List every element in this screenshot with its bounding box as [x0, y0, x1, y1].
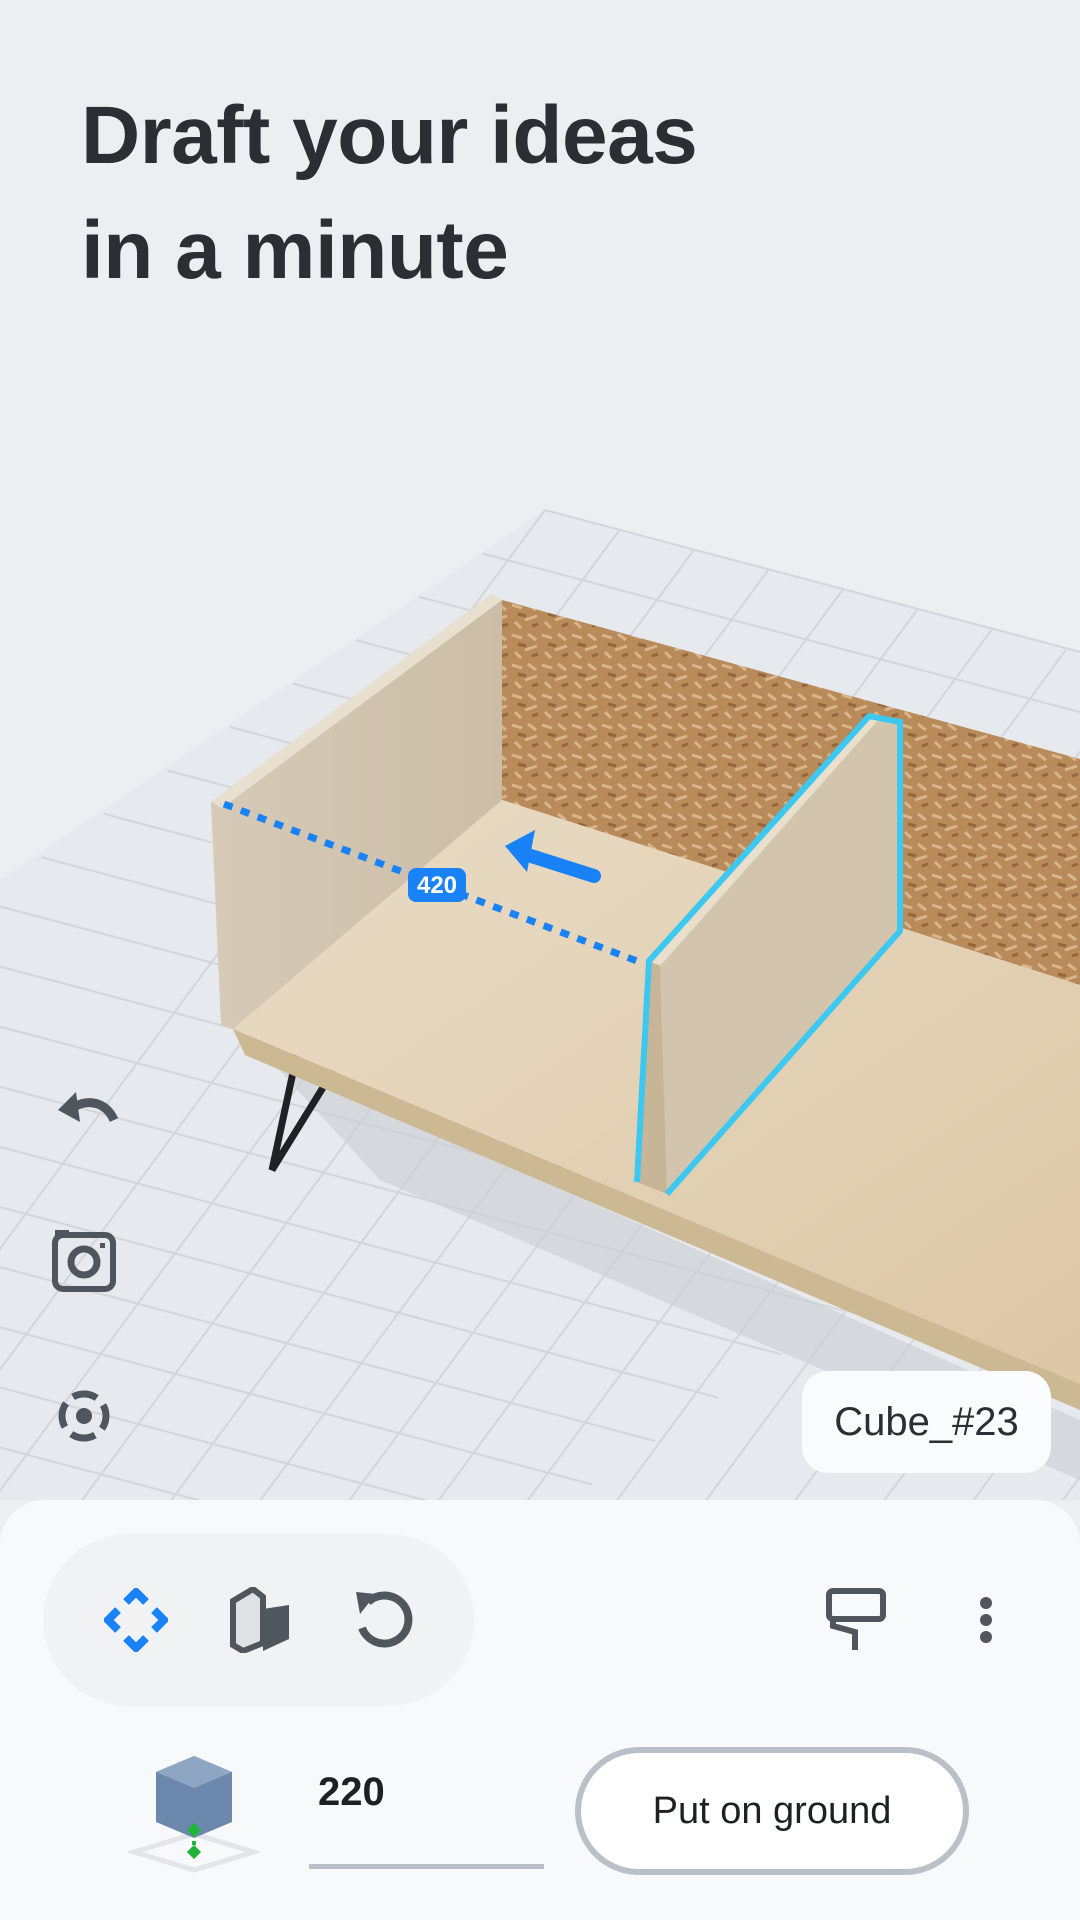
tool-group [43, 1534, 474, 1706]
dimension-label: 420 [408, 868, 466, 902]
screenshot-button[interactable] [44, 1221, 124, 1301]
headline: Draft your ideas in a minute [81, 78, 698, 308]
cube-elevation-icon [128, 1756, 260, 1873]
recenter-button[interactable] [44, 1376, 124, 1456]
headline-line-1: Draft your ideas [81, 90, 698, 181]
undo-button[interactable] [46, 1072, 126, 1152]
panel-tool-button[interactable] [215, 1575, 305, 1665]
svg-text:420: 420 [417, 872, 457, 899]
elevation-input[interactable]: 220 [318, 1770, 385, 1815]
more-vertical-icon [980, 1597, 992, 1643]
bottom-sheet: 220 Put on ground [0, 1500, 1080, 1920]
put-on-ground-button[interactable]: Put on ground [575, 1747, 969, 1875]
camera-icon [52, 1230, 116, 1292]
focus-target-icon [58, 1390, 110, 1442]
undo-icon [58, 1092, 118, 1123]
paint-roller-icon [826, 1588, 886, 1650]
headline-line-2: in a minute [81, 205, 509, 296]
move-tool-button[interactable] [91, 1575, 181, 1665]
panel-cube-icon [230, 1587, 289, 1653]
selected-object-chip[interactable]: Cube_#23 [802, 1371, 1051, 1473]
elevation-input-underline [309, 1864, 544, 1869]
paint-button[interactable] [811, 1575, 901, 1665]
move-arrows-icon [104, 1588, 168, 1652]
more-options-button[interactable] [941, 1575, 1031, 1665]
rotate-icon [356, 1591, 413, 1648]
rotate-tool-button[interactable] [338, 1575, 428, 1665]
